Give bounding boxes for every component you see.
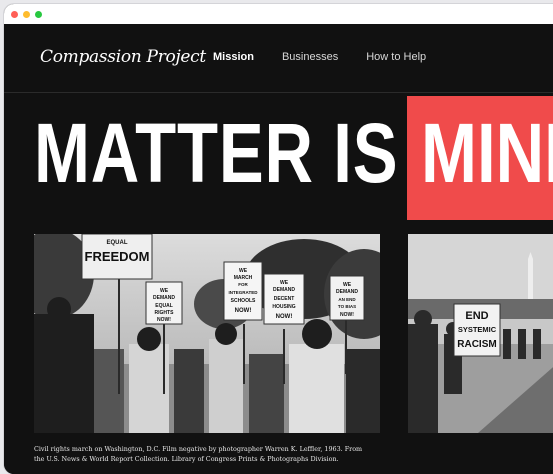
svg-text:WE: WE: [239, 268, 248, 274]
svg-text:EQUAL: EQUAL: [107, 240, 128, 246]
nav-link-businesses[interactable]: Businesses: [282, 51, 338, 63]
modern-march-photo: END SYSTEMIC RACISM: [408, 234, 553, 433]
svg-text:INTEGRATED: INTEGRATED: [229, 290, 259, 295]
hero-headline: MATTER IS THE MINIM: [4, 93, 553, 220]
svg-text:END: END: [465, 310, 488, 322]
minimize-window-button[interactable]: [23, 10, 30, 18]
svg-text:MARCH: MARCH: [234, 275, 253, 281]
svg-text:NOW!: NOW!: [276, 314, 293, 320]
svg-text:NOW!: NOW!: [157, 317, 171, 323]
svg-text:FREEDOM: FREEDOM: [85, 249, 150, 264]
site-logo[interactable]: Compassion Project: [40, 47, 206, 67]
window-titlebar: [4, 4, 553, 24]
svg-text:EQUAL: EQUAL: [155, 303, 173, 309]
close-window-button[interactable]: [11, 10, 18, 18]
headline-highlight-box: MINIM: [407, 96, 553, 220]
headline-highlight-text: MINIM: [421, 106, 553, 200]
zoom-window-button[interactable]: [35, 10, 42, 18]
march-photo-illustration: EQUAL FREEDOM WE DEMAND EQUAL RIGHTS NOW…: [34, 234, 380, 433]
svg-text:HOUSING: HOUSING: [272, 304, 295, 310]
photo-caption: Civil rights march on Washington, D.C. F…: [34, 445, 363, 464]
nav-link-mission[interactable]: Mission: [213, 51, 254, 63]
svg-text:SYSTEMIC: SYSTEMIC: [458, 325, 497, 334]
svg-text:NOW!: NOW!: [235, 308, 252, 314]
svg-text:NOW!: NOW!: [340, 312, 354, 318]
svg-text:AN END: AN END: [338, 297, 356, 302]
svg-text:TO BIAS: TO BIAS: [338, 304, 356, 309]
browser-window: Compassion Project Mission Businesses Ho…: [4, 4, 553, 474]
svg-text:WE: WE: [160, 288, 169, 294]
website: Compassion Project Mission Businesses Ho…: [4, 24, 553, 474]
svg-text:WE: WE: [280, 280, 289, 286]
nav-link-how-to-help[interactable]: How to Help: [366, 51, 426, 63]
svg-text:DECENT: DECENT: [274, 296, 295, 302]
svg-text:RIGHTS: RIGHTS: [155, 310, 175, 316]
main-nav: Mission Businesses How to Help: [213, 51, 454, 63]
march-photo: EQUAL FREEDOM WE DEMAND EQUAL RIGHTS NOW…: [34, 234, 380, 433]
modern-march-photo-illustration: END SYSTEMIC RACISM: [408, 234, 553, 433]
svg-text:RACISM: RACISM: [457, 339, 496, 350]
svg-text:DEMAND: DEMAND: [153, 295, 175, 301]
svg-text:DEMAND: DEMAND: [273, 287, 295, 293]
svg-text:FOR: FOR: [238, 282, 248, 287]
svg-text:WE: WE: [343, 282, 352, 288]
svg-text:DEMAND: DEMAND: [336, 289, 358, 295]
site-header: Compassion Project Mission Businesses Ho…: [4, 24, 553, 93]
svg-text:SCHOOLS: SCHOOLS: [231, 298, 256, 304]
